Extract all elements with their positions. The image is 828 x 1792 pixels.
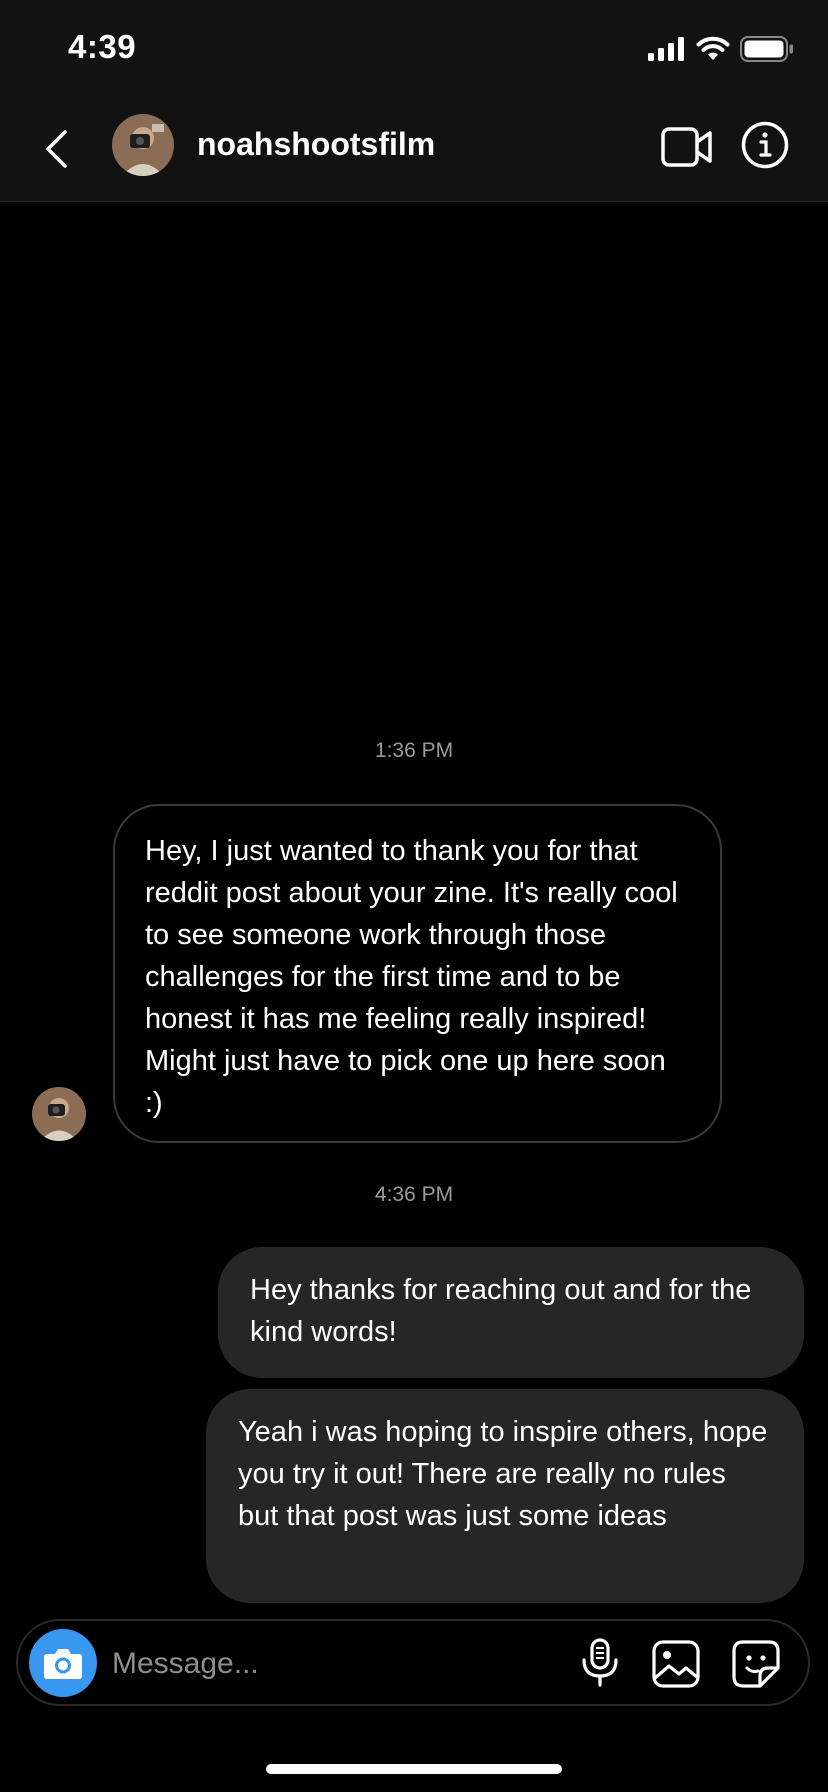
message-text: Hey thanks for reaching out and for the …	[250, 1274, 752, 1348]
chevron-left-icon	[46, 130, 67, 168]
camera-icon	[44, 1649, 82, 1679]
chat-username[interactable]: noahshootsfilm	[197, 126, 435, 163]
sender-avatar[interactable]	[32, 1087, 86, 1141]
sticker-icon	[732, 1640, 780, 1688]
outgoing-message-bubble[interactable]: Hey thanks for reaching out and for the …	[218, 1247, 804, 1378]
profile-avatar[interactable]	[112, 114, 174, 176]
cellular-signal-icon	[648, 37, 684, 61]
battery-icon	[740, 36, 793, 62]
info-icon	[741, 121, 789, 169]
message-text: Hey, I just wanted to thank you for that…	[145, 835, 678, 1119]
message-input[interactable]	[110, 1631, 494, 1697]
wifi-icon	[696, 36, 730, 60]
camera-button[interactable]	[29, 1629, 97, 1697]
outgoing-message-bubble[interactable]: Yeah i was hoping to inspire others, hop…	[206, 1389, 804, 1603]
microphone-icon	[582, 1638, 618, 1687]
info-button[interactable]	[740, 120, 790, 170]
status-time: 4:39	[68, 28, 137, 65]
incoming-message-bubble[interactable]: Hey, I just wanted to thank you for that…	[113, 804, 722, 1143]
image-gallery-icon	[652, 1640, 700, 1688]
status-bar: 4:39	[0, 0, 828, 100]
video-camera-icon	[661, 127, 712, 167]
video-call-button[interactable]	[660, 122, 714, 172]
voice-message-button[interactable]	[578, 1638, 622, 1688]
message-timestamp: 4:36 PM	[374, 1183, 454, 1206]
message-timestamp: 1:36 PM	[374, 739, 454, 762]
gallery-button[interactable]	[652, 1640, 700, 1688]
home-indicator[interactable]	[266, 1764, 562, 1774]
status-icons	[648, 36, 794, 62]
back-button[interactable]	[36, 124, 76, 174]
message-composer	[16, 1619, 810, 1706]
chat-header: noahshootsfilm	[0, 100, 828, 202]
message-text: Yeah i was hoping to inspire others, hop…	[238, 1416, 768, 1532]
sticker-button[interactable]	[732, 1640, 780, 1688]
